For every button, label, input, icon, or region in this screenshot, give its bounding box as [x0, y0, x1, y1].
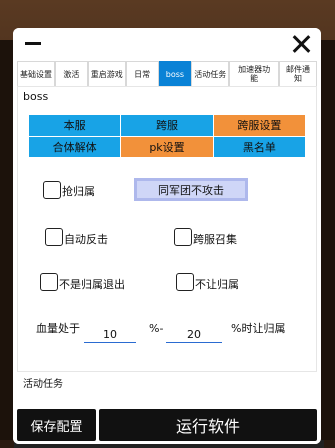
tab-activate[interactable]: 激活	[54, 61, 88, 86]
pk-settings-button[interactable]: pk设置	[121, 136, 213, 157]
game-background-left-strip	[0, 40, 14, 440]
hp-prefix-label: 血量处于	[36, 322, 80, 335]
exit-if-not-owner-label: 不是归属退出	[59, 278, 125, 291]
minimize-button[interactable]	[25, 42, 41, 45]
same-army-no-attack-button[interactable]: 同军团不攻击	[134, 178, 248, 201]
merge-split-button[interactable]: 合体解体	[29, 136, 121, 157]
server-button-grid: 本服 跨服 跨服设置 合体解体 pk设置 黑名单	[29, 115, 305, 157]
tab-boss[interactable]: boss	[158, 61, 192, 86]
tab-mail-notify[interactable]: 邮件通 知	[279, 61, 317, 86]
auto-counter-checkbox[interactable]	[45, 228, 63, 246]
tab-activity-tasks[interactable]: 活动任务	[191, 61, 230, 86]
auto-counter-label: 自动反击	[64, 233, 108, 246]
tab-restart-game[interactable]: 重启游戏	[87, 61, 126, 86]
cross-server-summon-label: 跨服召集	[193, 233, 237, 246]
activity-section-title: 活动任务	[23, 379, 63, 390]
grab-ownership-checkbox[interactable]	[43, 181, 61, 199]
tab-accelerator[interactable]: 加速器功 能	[229, 61, 280, 86]
hp-min-input[interactable]	[84, 327, 136, 343]
disallow-ownership-checkbox[interactable]	[176, 273, 194, 291]
blacklist-button[interactable]: 黑名单	[213, 136, 305, 157]
cross-server-button[interactable]: 跨服	[121, 115, 213, 136]
disallow-ownership-label: 不让归属	[195, 278, 239, 291]
hp-max-input[interactable]	[166, 327, 222, 343]
tab-bar: 基础设置 激活 重启游戏 日常 boss 活动任务 加速器功 能 邮件通 知	[17, 61, 317, 86]
cross-server-summon-checkbox[interactable]	[174, 228, 192, 246]
run-software-button[interactable]: 运行软件	[99, 409, 317, 441]
game-background-right-strip	[321, 40, 335, 440]
tab-basic-settings[interactable]: 基础设置	[17, 61, 55, 86]
save-config-button[interactable]: 保存配置	[17, 409, 96, 441]
hp-separator-label: %-	[149, 322, 164, 335]
local-server-button[interactable]: 本服	[29, 115, 121, 136]
cross-server-settings-button[interactable]: 跨服设置	[213, 115, 305, 136]
exit-if-not-owner-checkbox[interactable]	[40, 273, 58, 291]
hp-suffix-label: %时让归属	[231, 322, 286, 335]
close-button[interactable]	[291, 34, 311, 54]
title-bar	[13, 28, 321, 60]
grab-ownership-label: 抢归属	[62, 185, 95, 198]
section-title: boss	[23, 90, 49, 103]
settings-window: 基础设置 激活 重启游戏 日常 boss 活动任务 加速器功 能 邮件通 知 b…	[13, 28, 321, 444]
tab-daily[interactable]: 日常	[125, 61, 159, 86]
